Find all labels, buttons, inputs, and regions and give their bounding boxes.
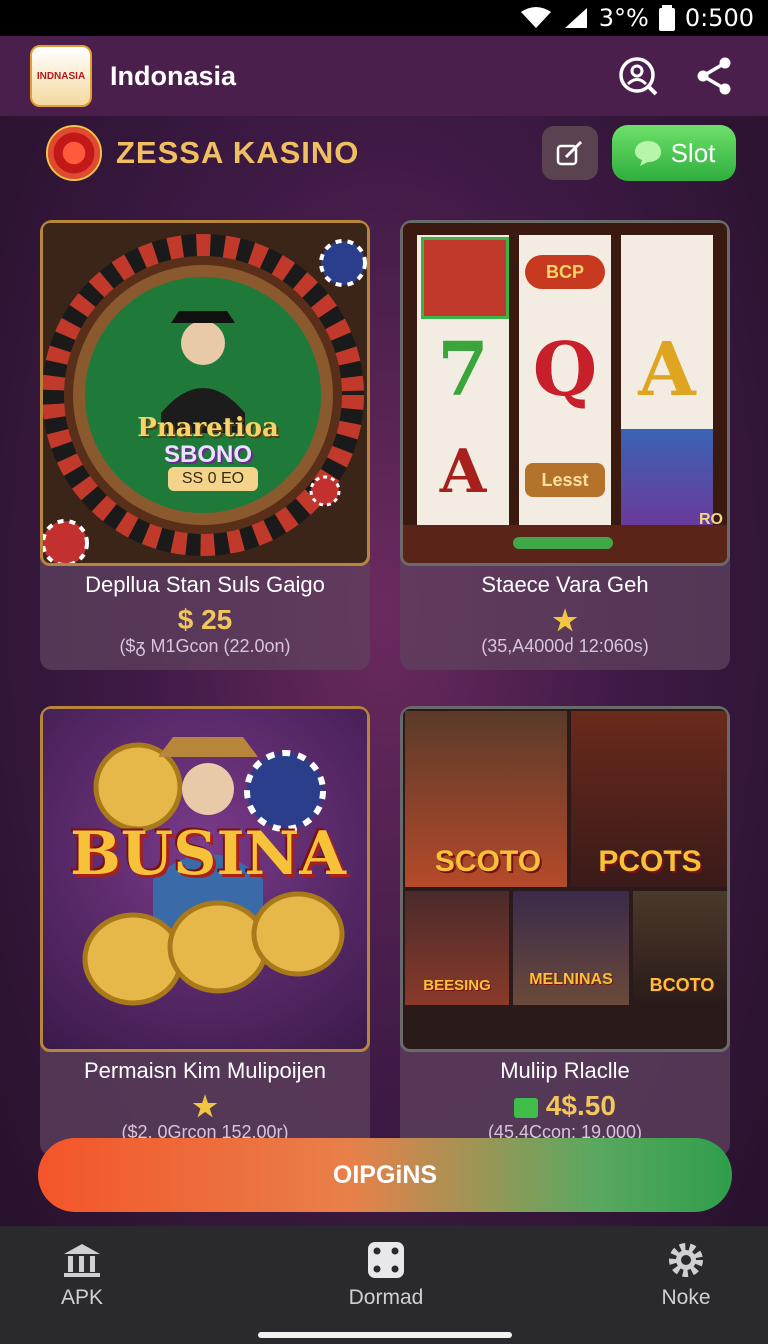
dice-icon <box>368 1242 404 1278</box>
app-logo[interactable]: INDNASIA <box>30 45 92 107</box>
slot-button[interactable]: Slot <box>612 125 736 181</box>
reel-symbol-7: 7 <box>437 327 489 413</box>
reel-symbol-a-red: A <box>439 437 487 507</box>
chat-bubble-icon <box>634 141 661 166</box>
options-button[interactable]: OIPGiNS <box>38 1138 732 1212</box>
bank-icon <box>64 1244 100 1277</box>
search-user-button[interactable] <box>614 52 662 100</box>
app-title: Indonasia <box>110 60 237 91</box>
battery-icon <box>658 5 675 31</box>
share-icon <box>697 57 731 95</box>
slot-button-label: Slot <box>670 137 716 168</box>
brand-row: ZESSA KASINO Slot <box>0 118 768 188</box>
card-title: Permaisn Kim Mulipoijen <box>83 1058 327 1083</box>
brand-name: ZESSA KASINO <box>116 135 360 170</box>
edit-icon <box>556 140 583 166</box>
roulette-art-badge: SS 0 EO <box>168 467 258 491</box>
card-title: Depllua Stan Suls Gaigo <box>85 572 325 597</box>
card-meta: ($ᵹ M1Gcon (22.0on) <box>119 636 291 656</box>
game-card-roulette[interactable]: Pnaretioa SBONO SS 0 EO Depllua Stan Sul… <box>40 220 370 670</box>
nav-label: APK <box>60 1286 104 1309</box>
edit-button[interactable] <box>542 126 598 180</box>
game-card-coins[interactable]: BUSINA Permaisn Kim Mulipoijen ★ ($2, 0G… <box>40 706 370 1156</box>
reel-photo-tile <box>421 237 509 319</box>
collage-label-2: PCOTS <box>598 845 702 878</box>
collage-art: SCOTO PCOTS BEESING MELNINAS BCOTO <box>400 706 730 1052</box>
collage-label-4: MELNINAS <box>529 971 613 988</box>
wifi-icon <box>520 7 551 28</box>
nav-item-dormad[interactable]: Dormad <box>316 1240 456 1310</box>
roulette-art-line2: SBONO <box>163 441 252 468</box>
nav-label: Dormad <box>348 1286 424 1309</box>
collage-label-5: BCOTO <box>649 975 715 995</box>
battery-percent: 3°% <box>598 4 649 32</box>
card-price-row: 4$.50 <box>400 1090 730 1122</box>
reel-badge-2: Lesst <box>525 463 605 497</box>
nav-item-noke[interactable]: Noke <box>616 1240 756 1310</box>
reel-symbol-a-gold: A <box>638 327 696 413</box>
star-icon: ★ <box>552 605 578 636</box>
card-title: Staece Vara Geh <box>481 572 649 597</box>
casino-chip-icon <box>46 125 102 181</box>
nav-item-apk[interactable]: APK <box>12 1240 152 1310</box>
card-price: $ 25 <box>177 604 233 635</box>
coins-art: BUSINA <box>40 706 370 1052</box>
card-rating: ★ <box>40 1090 370 1123</box>
nav-label: Noke <box>661 1286 711 1309</box>
roulette-art-line1: Pnaretioa <box>137 413 279 443</box>
coins-art-headline: BUSINA <box>70 819 346 889</box>
collage-label-1: SCOTO <box>434 845 542 878</box>
card-price: 4$.50 <box>545 1090 616 1121</box>
card-title: Muliip Rlaclle <box>500 1058 630 1083</box>
home-indicator[interactable] <box>258 1332 512 1338</box>
cash-icon <box>514 1097 539 1118</box>
search-user-icon <box>619 57 658 96</box>
slot-reels-art: BCP 7 Q A A Lesst RO <box>400 220 730 566</box>
star-icon: ★ <box>192 1091 218 1122</box>
signal-icon <box>564 8 587 28</box>
app-bar: INDNASIA Indonasia <box>0 36 768 116</box>
status-bar: 3°% 0:500 <box>0 0 768 36</box>
reel-badge-1: BCP <box>525 255 605 289</box>
gear-icon <box>669 1243 703 1277</box>
clock: 0:500 <box>684 4 754 32</box>
slot-corner-label: RO <box>699 511 723 528</box>
bottom-nav: APK Dormad Noke <box>0 1226 768 1344</box>
game-card-slot-reels[interactable]: BCP 7 Q A A Lesst RO Staece Vara Geh ★ (… <box>400 220 730 670</box>
card-rating: ★ <box>400 604 730 637</box>
slot-tray-slot <box>513 537 613 549</box>
roulette-art: Pnaretioa SBONO SS 0 EO <box>40 220 370 566</box>
collage-label-3: BEESING <box>423 977 491 994</box>
app-logo-text: INDNASIA <box>36 70 86 82</box>
reel-symbol-q: Q <box>532 327 598 413</box>
card-meta: (35,A4000ძ 12:060s) <box>481 636 649 656</box>
share-button[interactable] <box>690 52 738 100</box>
game-card-collage[interactable]: SCOTO PCOTS BEESING MELNINAS BCOTO Mulii… <box>400 706 730 1156</box>
